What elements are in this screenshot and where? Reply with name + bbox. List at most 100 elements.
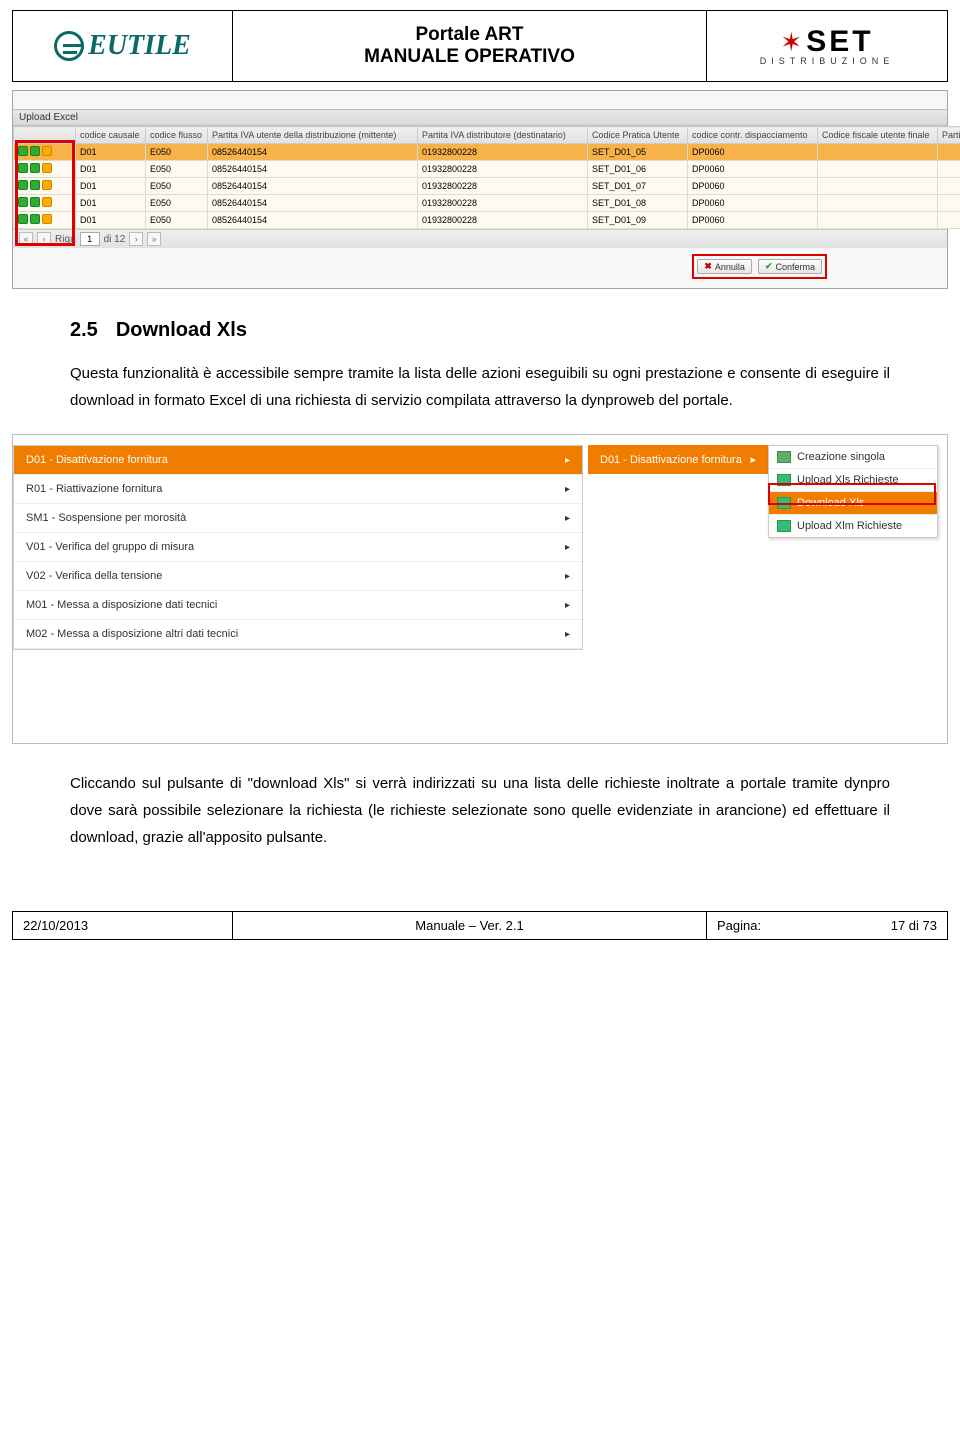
menu-item-d01[interactable]: D01 - Disattivazione fornitura ▸ <box>14 446 582 475</box>
cell-pratica: SET_D01_05 <box>588 144 688 161</box>
cell-flusso: E050 <box>146 195 208 212</box>
menu-item[interactable]: M02 - Messa a disposizione altri dati te… <box>14 620 582 649</box>
grid-row[interactable]: D01E0500852644015401932800228SET_D01_05D… <box>14 144 960 161</box>
cell-cf <box>818 178 938 195</box>
menu-item[interactable]: SM1 - Sospensione per morosità▸ <box>14 504 582 533</box>
col-dispacc[interactable]: codice contr. dispacciamento <box>688 127 818 144</box>
cell-cf <box>818 212 938 229</box>
pager-next-button[interactable]: › <box>129 232 143 246</box>
status-icon <box>30 180 40 190</box>
cell-piva-mitt: 08526440154 <box>208 144 418 161</box>
row-icons-cell[interactable] <box>14 161 76 178</box>
footer-page-label: Pagina: <box>717 918 761 933</box>
menu-left-column: D01 - Disattivazione fornitura ▸ R01 - R… <box>13 445 583 650</box>
grid-header-row: codice causale codice flusso Partita IVA… <box>14 127 960 144</box>
grid-row[interactable]: D01E0500852644015401932800228SET_D01_09D… <box>14 212 960 229</box>
grid-row[interactable]: D01E0500852644015401932800228SET_D01_06D… <box>14 161 960 178</box>
cell-causale: D01 <box>76 212 146 229</box>
footer-manual: Manuale – Ver. 2.1 <box>233 912 707 939</box>
menu-item[interactable]: R01 - Riattivazione fornitura▸ <box>14 475 582 504</box>
star-icon: ✶ <box>780 29 802 55</box>
col-piva-end[interactable]: Partita IVA <box>938 127 960 144</box>
footer-page-value: 17 di 73 <box>891 918 937 933</box>
cell-cf <box>818 195 938 212</box>
submenu-item-label: Upload Xlm Richieste <box>797 520 902 532</box>
header-title: Portale ART MANUALE OPERATIVO <box>233 11 707 81</box>
menu-item[interactable]: V02 - Verifica della tensione▸ <box>14 562 582 591</box>
menu-item-label: M01 - Messa a disposizione dati tecnici <box>26 599 217 611</box>
status-icon <box>30 197 40 207</box>
submenu-item[interactable]: Upload Xls Richieste <box>769 469 937 492</box>
submenu-item-label: Download Xls <box>797 497 864 509</box>
logo-left: EUTILE <box>13 11 233 81</box>
submenu-item-label: Creazione singola <box>797 451 885 463</box>
chevron-right-icon: ▸ <box>565 455 570 466</box>
pager-prev-button[interactable]: ‹ <box>37 232 51 246</box>
col-piva-dest[interactable]: Partita IVA distributore (destinatario) <box>418 127 588 144</box>
cell-piva-dest: 01932800228 <box>418 161 588 178</box>
menu-item[interactable]: V01 - Verifica del gruppo di misura ▸ <box>14 533 582 562</box>
row-icons-cell[interactable] <box>14 212 76 229</box>
section-content: 2.5Download Xls Questa funzionalità è ac… <box>70 319 890 414</box>
cancel-button[interactable]: ✖ Annulla <box>697 259 752 274</box>
menu-flyout-area: D01 - Disattivazione fornitura ▸ Creazio… <box>588 445 938 538</box>
eutile-logo: EUTILE <box>54 30 191 62</box>
excel-icon <box>777 451 791 463</box>
menu-item[interactable]: M01 - Messa a disposizione dati tecnici ▸ <box>14 591 582 620</box>
status-icon <box>18 180 28 190</box>
logo-right: ✶ SET DISTRIBUZIONE <box>707 11 947 81</box>
cell-causale: D01 <box>76 195 146 212</box>
cell-causale: D01 <box>76 161 146 178</box>
section-heading: 2.5Download Xls <box>70 319 890 342</box>
cell-piva-mitt: 08526440154 <box>208 195 418 212</box>
menu-item-label: V01 - Verifica del gruppo di misura <box>26 541 194 553</box>
chevron-right-icon: ▸ <box>565 629 570 640</box>
grid-row[interactable]: D01E0500852644015401932800228SET_D01_07D… <box>14 178 960 195</box>
cell-piva-mitt: 08526440154 <box>208 178 418 195</box>
cell-pratica: SET_D01_07 <box>588 178 688 195</box>
page-footer: 22/10/2013 Manuale – Ver. 2.1 Pagina: 17… <box>12 911 948 940</box>
confirm-button[interactable]: ✔ Conferma <box>758 259 822 274</box>
toolbar-spacer <box>13 91 947 109</box>
col-cf-finale[interactable]: Codice fiscale utente finale <box>818 127 938 144</box>
footer-date: 22/10/2013 <box>13 912 233 939</box>
chevron-right-icon: ▸ <box>565 600 570 611</box>
cell-piva-end <box>938 212 960 229</box>
col-causale[interactable]: codice causale <box>76 127 146 144</box>
submenu-download-xls[interactable]: Download Xls <box>769 492 937 515</box>
col-piva-mittente[interactable]: Partita IVA utente della distribuzione (… <box>208 127 418 144</box>
pager-first-button[interactable]: « <box>19 232 33 246</box>
grid-row[interactable]: D01E0500852644015401932800228SET_D01_08D… <box>14 195 960 212</box>
col-pratica[interactable]: Codice Pratica Utente <box>588 127 688 144</box>
status-icon <box>42 214 52 224</box>
footer-page: Pagina: 17 di 73 <box>707 912 947 939</box>
row-icons-cell[interactable] <box>14 195 76 212</box>
chevron-right-icon: ▸ <box>565 542 570 553</box>
screenshot-menu: D01 - Disattivazione fornitura ▸ R01 - R… <box>12 434 948 744</box>
screenshot-grid: Upload Excel codice causale codice fluss… <box>12 90 948 289</box>
confirm-label: Conferma <box>775 262 815 272</box>
excel-icon <box>777 497 791 509</box>
row-icons-cell[interactable] <box>14 178 76 195</box>
eutile-text: EUTILE <box>88 30 191 62</box>
col-flusso[interactable]: codice flusso <box>146 127 208 144</box>
section-content-2: Cliccando sul pulsante di "download Xls"… <box>70 770 890 851</box>
status-icon <box>18 197 28 207</box>
cell-piva-dest: 01932800228 <box>418 144 588 161</box>
status-icon <box>30 163 40 173</box>
submenu-item[interactable]: Upload Xlm Richieste <box>769 515 937 537</box>
cell-cf <box>818 161 938 178</box>
pager-last-button[interactable]: » <box>147 232 161 246</box>
row-icons-cell[interactable] <box>14 144 76 161</box>
grid-pager: « ‹ Riga di 12 › » <box>13 229 947 248</box>
upload-excel-label: Upload Excel <box>13 109 947 126</box>
submenu: Creazione singola Upload Xls Richieste Dow… <box>768 445 938 538</box>
flyout-trigger-d01[interactable]: D01 - Disattivazione fornitura ▸ <box>588 445 768 474</box>
submenu-item[interactable]: Creazione singola <box>769 446 937 469</box>
cell-piva-end <box>938 195 960 212</box>
pager-riga-input[interactable] <box>80 232 100 246</box>
submenu-item-label: Upload Xls Richieste <box>797 474 899 486</box>
menu-item-label: SM1 - Sospensione per morosità <box>26 512 186 524</box>
menu-item-d01-label: D01 - Disattivazione fornitura <box>26 454 168 466</box>
menu-item-label: M02 - Messa a disposizione altri dati te… <box>26 628 238 640</box>
